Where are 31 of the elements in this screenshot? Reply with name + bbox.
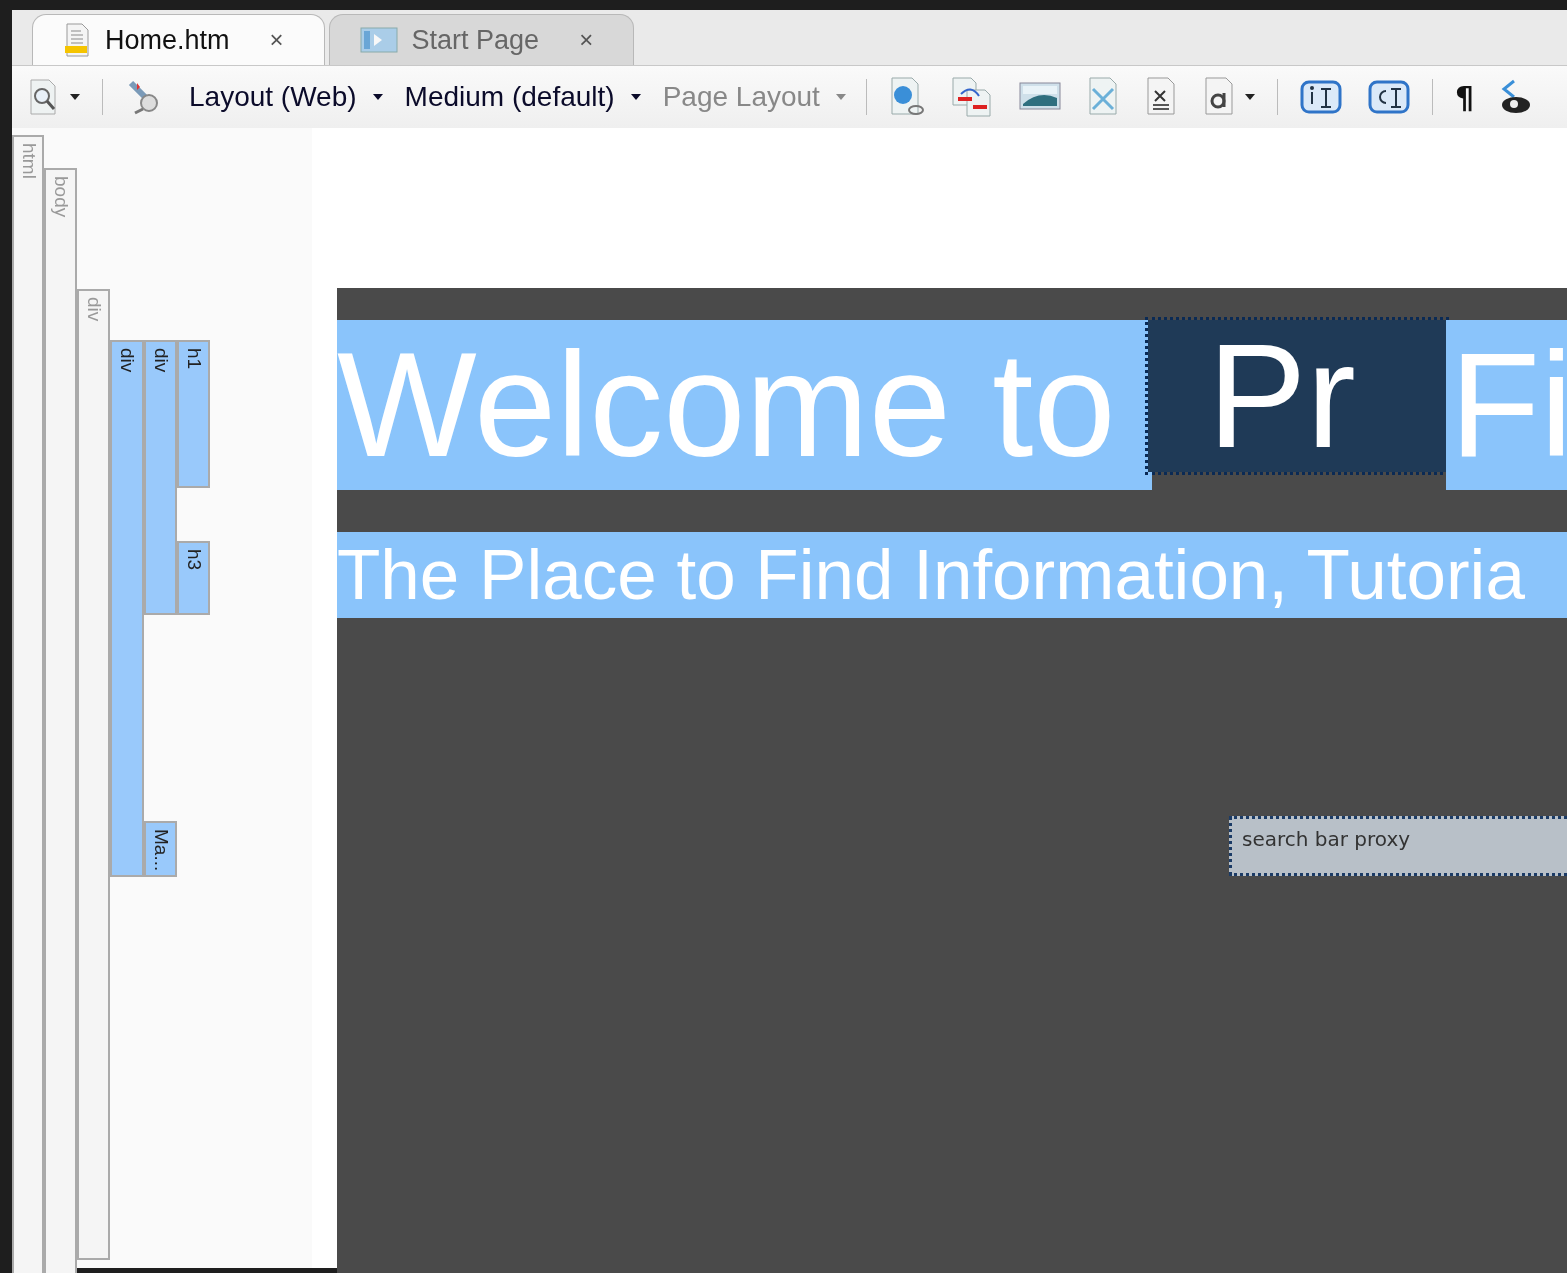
document-tab[interactable]: Start Page ×	[328, 14, 635, 65]
pilcrow-button[interactable]: ¶	[1454, 79, 1474, 115]
caret-icon	[630, 94, 641, 100]
tag-bar[interactable]: h3	[177, 541, 210, 615]
selected-heading-text[interactable]: Pr	[1147, 320, 1446, 472]
dropdown-button[interactable]: Medium (default)	[404, 81, 641, 113]
compare-pages-icon[interactable]	[950, 77, 993, 117]
a-document-icon[interactable]	[1202, 77, 1235, 117]
close-icon[interactable]: ×	[579, 26, 594, 54]
tag-bar[interactable]: div	[144, 340, 177, 615]
search-bar-placeholder[interactable]: search bar proxy	[1229, 816, 1567, 876]
subheading-text: The Place to Find Information, Tutoria	[337, 532, 1567, 618]
dropdown-button[interactable]: Layout (Web)	[189, 81, 383, 113]
tag-bar[interactable]: Ma...	[144, 821, 177, 877]
document-icon	[63, 23, 91, 57]
i-badge-icon[interactable]	[1299, 80, 1342, 114]
document-tab[interactable]: Home.htm ×	[32, 14, 325, 65]
c-badge-icon[interactable]	[1367, 80, 1410, 114]
close-icon[interactable]: ×	[269, 26, 284, 54]
caret-icon[interactable]	[70, 94, 80, 100]
heading-text: Welcome to	[337, 320, 1152, 490]
heading-text: Fi	[1445, 320, 1567, 490]
globe-link-icon[interactable]	[888, 77, 925, 117]
caret-icon	[372, 94, 383, 100]
image-icon[interactable]	[1018, 82, 1061, 112]
tag-bar[interactable]: h1	[177, 340, 210, 488]
start-page-icon	[359, 27, 398, 53]
caret-icon	[835, 94, 846, 100]
caret-icon[interactable]	[1244, 94, 1255, 100]
x-document-icon[interactable]	[1144, 77, 1177, 117]
tag-bar[interactable]: div	[110, 340, 144, 877]
